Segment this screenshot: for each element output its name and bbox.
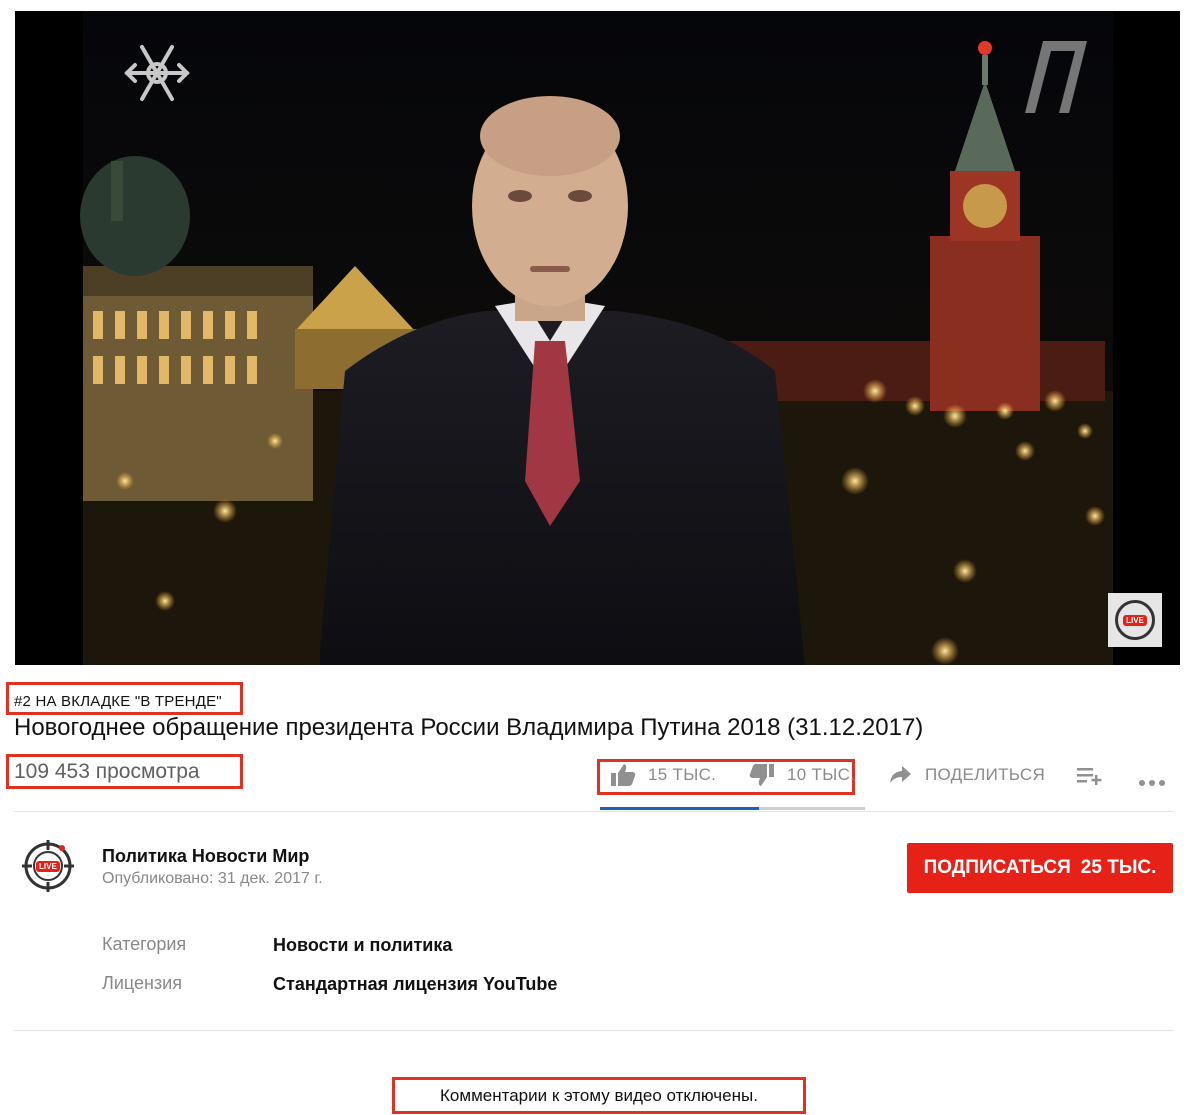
channel-avatar[interactable]: LIVE bbox=[20, 838, 76, 894]
divider-top bbox=[14, 811, 1174, 812]
add-to-playlist-icon bbox=[1077, 768, 1102, 785]
channel-name[interactable]: Политика Новости Мир bbox=[102, 846, 309, 867]
trending-label[interactable]: #2 НА ВКЛАДКЕ "В ТРЕНДЕ" bbox=[14, 693, 222, 710]
license-value: Стандартная лицензия YouTube bbox=[273, 974, 558, 994]
sentiment-bar bbox=[600, 807, 865, 810]
more-dots-icon bbox=[1139, 780, 1165, 786]
category-label: Категория bbox=[102, 934, 187, 954]
live-badge: LIVE bbox=[1123, 614, 1147, 626]
share-button[interactable]: ПОДЕЛИТЬСЯ bbox=[889, 765, 1045, 785]
comments-disabled-notice: Комментарии к этому видео отключены. bbox=[440, 1085, 758, 1105]
subscribe-label: ПОДПИСАТЬСЯ bbox=[923, 857, 1071, 878]
share-arrow-icon bbox=[890, 766, 911, 783]
category-value[interactable]: Новости и политика bbox=[273, 935, 452, 956]
sentiment-bar-likes bbox=[600, 807, 759, 810]
add-to-playlist-button[interactable] bbox=[1077, 766, 1103, 791]
subscribe-button[interactable]: ПОДПИСАТЬСЯ 25 ТЫС. bbox=[907, 843, 1173, 893]
video-player[interactable]: LIVE bbox=[15, 11, 1180, 665]
share-label: ПОДЕЛИТЬСЯ bbox=[925, 765, 1046, 784]
thumbs-down-icon bbox=[749, 764, 774, 786]
video-frame bbox=[15, 11, 1180, 665]
dislike-count: 10 ТЫС. bbox=[787, 765, 856, 784]
license-label: Лицензия bbox=[102, 973, 182, 993]
dislike-button[interactable]: 10 ТЫС. bbox=[749, 763, 855, 787]
more-actions-button[interactable] bbox=[1138, 774, 1166, 792]
subscriber-count: 25 ТЫС. bbox=[1080, 857, 1157, 878]
thumbs-up-icon bbox=[611, 764, 636, 786]
like-button[interactable]: 15 ТЫС. bbox=[610, 763, 716, 787]
avatar-live-badge: LIVE bbox=[36, 861, 60, 872]
divider-bottom bbox=[14, 1030, 1174, 1031]
publish-date: Опубликовано: 31 дек. 2017 г. bbox=[102, 870, 323, 887]
video-title: Новогоднее обращение президента России В… bbox=[14, 714, 924, 741]
view-count: 109 453 просмотра bbox=[14, 760, 200, 783]
like-count: 15 ТЫС. bbox=[648, 765, 717, 784]
live-watermark: LIVE bbox=[1108, 593, 1162, 647]
